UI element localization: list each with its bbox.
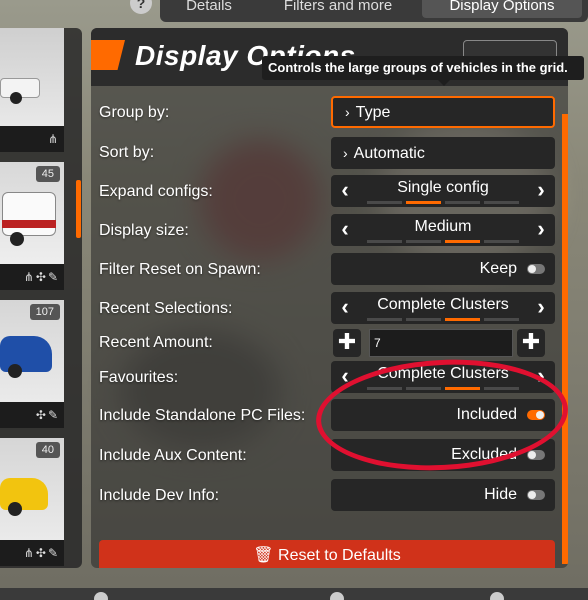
aux-content-toggle-row[interactable]: Excluded bbox=[331, 439, 555, 471]
vehicle-tags: ⋔ bbox=[0, 126, 64, 152]
sort-by-dropdown[interactable]: › Automatic bbox=[331, 137, 555, 169]
dev-info-label: Include Dev Info: bbox=[99, 487, 220, 504]
chevron-right-icon[interactable]: › bbox=[527, 214, 555, 246]
tab-display-options[interactable]: Display Options bbox=[422, 0, 582, 18]
increment-icon[interactable]: ✚ bbox=[517, 329, 545, 357]
display-options-panel: Display Options Group by: › Type Sort by:… bbox=[91, 28, 568, 568]
recent-selections-value: Complete Clusters bbox=[377, 296, 509, 313]
option-indicator bbox=[367, 318, 519, 321]
expand-configs-label: Expand configs: bbox=[99, 183, 213, 200]
vehicle-list-scrollbar[interactable] bbox=[76, 180, 81, 238]
filter-reset-label: Filter Reset on Spawn: bbox=[99, 261, 261, 278]
group-by-value: Type bbox=[355, 104, 391, 121]
option-indicator bbox=[367, 240, 519, 243]
vehicle-count-badge: 40 bbox=[35, 442, 60, 458]
favourites-selector: ‹ Complete Clusters › bbox=[331, 361, 555, 393]
wrench-icon: ✎ bbox=[47, 270, 58, 284]
aux-content-value: Excluded bbox=[451, 446, 517, 463]
trash-icon: 🗑 bbox=[253, 547, 274, 564]
reset-label: Reset to Defaults bbox=[278, 547, 401, 564]
controller-button-icon bbox=[490, 592, 504, 600]
display-size-label: Display size: bbox=[99, 222, 189, 239]
chevron-left-icon[interactable]: ‹ bbox=[331, 292, 359, 324]
recent-selections-label: Recent Selections: bbox=[99, 300, 233, 317]
puzzle-icon: ✣ bbox=[35, 408, 46, 422]
chevron-left-icon[interactable]: ‹ bbox=[331, 214, 359, 246]
vehicle-tags: ⋔ ✣ ✎ bbox=[0, 540, 64, 566]
controller-button-icon bbox=[330, 592, 344, 600]
sort-by-value: Automatic bbox=[353, 145, 425, 162]
aux-content-label: Include Aux Content: bbox=[99, 447, 247, 464]
display-size-selector: ‹ Medium › bbox=[331, 214, 555, 246]
expand-configs-value: Single config bbox=[397, 179, 489, 196]
vehicle-list: ⋔ 45 ⋔ ✣ ✎ 107 ✣ ✎ 40 ⋔ ✣ ✎ bbox=[0, 28, 82, 568]
decrement-icon[interactable]: ✚ bbox=[333, 329, 361, 357]
option-indicator bbox=[367, 201, 519, 204]
chevron-right-icon[interactable]: › bbox=[527, 175, 555, 207]
tooltip: Controls the large groups of vehicles in… bbox=[262, 56, 584, 80]
tab-details[interactable]: Details bbox=[164, 0, 254, 18]
chevron-left-icon[interactable]: ‹ bbox=[331, 361, 359, 393]
vehicle-card[interactable]: 40 ⋔ ✣ ✎ bbox=[0, 438, 64, 566]
display-size-value: Medium bbox=[414, 218, 472, 235]
header-accent bbox=[91, 40, 125, 70]
vehicle-tags: ⋔ ✣ ✎ bbox=[0, 264, 64, 290]
dev-info-toggle[interactable] bbox=[527, 490, 545, 500]
tooltip-arrow bbox=[438, 80, 450, 86]
help-icon[interactable]: ? bbox=[130, 0, 152, 14]
recent-amount-input[interactable]: 7 bbox=[369, 329, 513, 357]
vehicle-card[interactable]: 45 ⋔ ✣ ✎ bbox=[0, 162, 64, 290]
sort-by-label: Sort by: bbox=[99, 144, 155, 161]
group-by-dropdown[interactable]: › Type bbox=[331, 96, 555, 128]
wrench-icon: ✎ bbox=[47, 408, 58, 422]
reset-to-defaults-button[interactable]: 🗑 Reset to Defaults bbox=[99, 540, 555, 568]
standalone-pc-toggle[interactable] bbox=[527, 410, 545, 420]
share-icon: ⋔ bbox=[47, 132, 58, 146]
filter-reset-value: Keep bbox=[479, 260, 517, 277]
filter-reset-toggle-row[interactable]: Keep bbox=[331, 253, 555, 285]
standalone-pc-label: Include Standalone PC Files: bbox=[99, 407, 306, 424]
tab-filters[interactable]: Filters and more bbox=[258, 0, 418, 18]
share-icon: ⋔ bbox=[23, 270, 34, 284]
favourites-label: Favourites: bbox=[99, 369, 179, 386]
option-indicator bbox=[367, 387, 519, 390]
dev-info-value: Hide bbox=[484, 486, 517, 503]
chevron-right-icon[interactable]: › bbox=[527, 361, 555, 393]
controller-button-icon bbox=[94, 592, 108, 600]
wrench-icon: ✎ bbox=[47, 546, 58, 560]
recent-amount-label: Recent Amount: bbox=[99, 334, 213, 351]
chevron-right-icon: › bbox=[345, 104, 350, 120]
puzzle-icon: ✣ bbox=[35, 546, 46, 560]
chevron-right-icon[interactable]: › bbox=[527, 292, 555, 324]
vehicle-image bbox=[0, 28, 64, 126]
top-tab-bar: Details Filters and more Display Options bbox=[160, 0, 588, 22]
aux-content-toggle[interactable] bbox=[527, 450, 545, 460]
standalone-pc-value: Included bbox=[456, 406, 518, 423]
vehicle-count-badge: 107 bbox=[29, 304, 60, 320]
standalone-pc-toggle-row[interactable]: Included bbox=[331, 399, 555, 431]
expand-configs-selector: ‹ Single config › bbox=[331, 175, 555, 207]
vehicle-card[interactable]: ⋔ bbox=[0, 28, 64, 152]
puzzle-icon: ✣ bbox=[35, 270, 46, 284]
chevron-right-icon: › bbox=[343, 145, 348, 161]
vehicle-count-badge: 45 bbox=[35, 166, 60, 182]
share-icon: ⋔ bbox=[23, 546, 34, 560]
favourites-value: Complete Clusters bbox=[377, 365, 509, 382]
dev-info-toggle-row[interactable]: Hide bbox=[331, 479, 555, 511]
panel-scrollbar[interactable] bbox=[562, 114, 568, 564]
vehicle-card[interactable]: 107 ✣ ✎ bbox=[0, 300, 64, 428]
group-by-label: Group by: bbox=[99, 104, 170, 121]
filter-reset-toggle[interactable] bbox=[527, 264, 545, 274]
chevron-left-icon[interactable]: ‹ bbox=[331, 175, 359, 207]
vehicle-tags: ✣ ✎ bbox=[0, 402, 64, 428]
recent-selections-selector: ‹ Complete Clusters › bbox=[331, 292, 555, 324]
